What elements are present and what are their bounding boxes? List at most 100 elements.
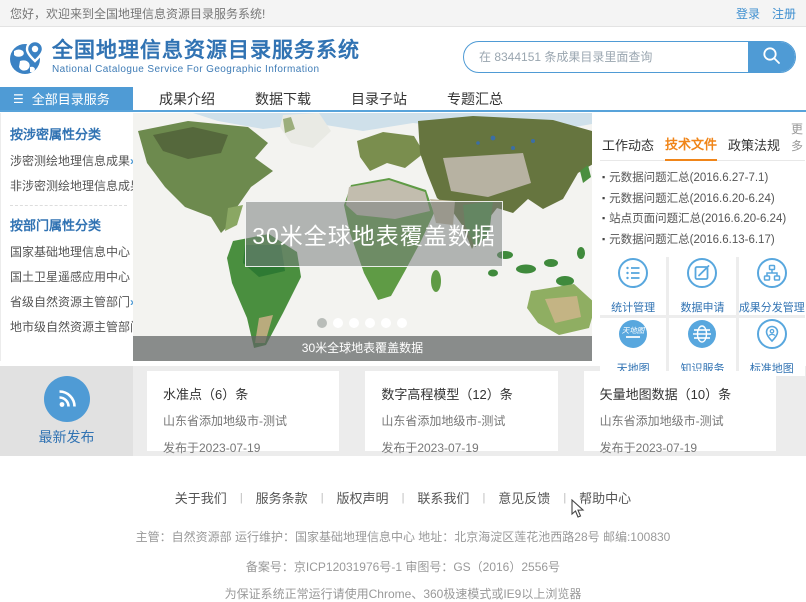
tianditu-logo-icon: 天地图	[617, 318, 649, 355]
separator: |	[563, 491, 567, 504]
page: 您好，欢迎来到全国地理信息资源目录服务系统! 登录 注册 全国地理信息资源目录服…	[0, 0, 806, 602]
latest-card-vector-map[interactable]: 矢量地图数据（10）条 山东省添加地级市-测试 发布于2023-07-19	[583, 371, 776, 455]
bullet-icon: ▪	[601, 233, 606, 244]
search-icon	[762, 46, 781, 68]
footer-link-terms[interactable]: 服务条款	[256, 488, 308, 507]
footer-link-copyright[interactable]: 版权声明	[337, 488, 389, 507]
card-source: 山东省添加地级市-测试	[163, 414, 287, 428]
quick-link-label: 数据申请	[680, 302, 725, 314]
sidebar-item-classified-results[interactable]: 涉密测绘地理信息成果 ›	[10, 148, 134, 173]
sidebar-section-title-secrecy: 按涉密属性分类	[10, 127, 102, 142]
latest-card-leveling-points[interactable]: 水准点（6）条 山东省添加地级市-测试 发布于2023-07-19	[147, 371, 340, 455]
carousel-banner[interactable]: 30米全球地表覆盖数据 30米全球地表覆盖数据	[133, 113, 592, 361]
footer-links: 关于我们 | 服务条款 | 版权声明 | 联系我们 | 意见反馈 | 帮助中心	[0, 488, 806, 507]
latest-releases-header[interactable]: 最新发布	[0, 366, 133, 456]
header: 全国地理信息资源目录服务系统 National Catalogue Servic…	[0, 27, 806, 87]
card-title: 水准点（6）条	[163, 387, 249, 402]
carousel-dot-6[interactable]	[397, 318, 408, 328]
svg-text:天地图: 天地图	[622, 326, 646, 335]
carousel-dot-1[interactable]	[317, 318, 328, 328]
nav-item-sub-sites[interactable]: 目录子站	[351, 87, 407, 110]
separator: |	[239, 491, 243, 504]
news-item[interactable]: ▪ 元数据问题汇总(2016.6.27-7.1)	[602, 168, 805, 189]
quick-link-distribution-management[interactable]: 成果分发管理	[738, 257, 805, 315]
footer-link-contact[interactable]: 联系我们	[417, 488, 469, 507]
quick-link-standard-map[interactable]: 标准地图	[738, 318, 805, 376]
sidebar-item-label: 非涉密测绘地理信息成果	[10, 179, 143, 193]
stats-list-icon	[617, 257, 649, 294]
sidebar-item-label: 国家基础地理信息中心	[10, 245, 131, 259]
separator: |	[401, 491, 405, 504]
quick-link-tianditu[interactable]: 天地图 天地图	[599, 318, 667, 376]
footer-link-feedback[interactable]: 意见反馈	[498, 488, 550, 507]
nav-tab-label: 全部目录服务	[31, 92, 110, 107]
carousel-dot-3[interactable]	[349, 318, 360, 328]
quick-link-statistics[interactable]: 统计管理	[599, 257, 667, 315]
separator: |	[482, 491, 486, 504]
rss-icon	[43, 375, 90, 422]
news-item-text: 元数据问题汇总(2016.6.27-7.1)	[609, 172, 769, 184]
card-title: 数字高程模型（12）条	[381, 387, 513, 402]
standard-map-pin-icon	[756, 318, 788, 355]
bullet-icon: ▪	[601, 213, 606, 223]
sidebar-item-label: 省级自然资源主管部门	[10, 295, 131, 309]
quick-link-knowledge-service[interactable]: 知识服务	[669, 318, 736, 376]
main-nav: ☰ 全部目录服务 成果介绍 数据下载 目录子站 专题汇总	[0, 87, 806, 112]
sidebar-item-unclassified-results[interactable]: 非涉密测绘地理信息成果 ›	[10, 173, 146, 198]
banner-title: 30米全球地表覆盖数据	[252, 223, 496, 249]
sidebar-divider	[10, 205, 127, 206]
carousel-dot-5[interactable]	[381, 318, 392, 328]
search-input[interactable]	[464, 42, 748, 72]
carousel-dots	[133, 318, 592, 328]
bullet-icon: ▪	[601, 172, 606, 182]
news-tab-work-updates[interactable]: 工作动态	[602, 135, 654, 160]
globe-pin-logo-icon	[8, 33, 48, 82]
news-item[interactable]: ▪ 站点页面问题汇总(2016.6.20-6.24)	[602, 209, 805, 230]
topbar: 您好，欢迎来到全国地理信息资源目录服务系统! 登录 注册	[0, 0, 806, 27]
register-link[interactable]: 注册	[772, 5, 796, 22]
sidebar-item-provincial-authorities[interactable]: 省级自然资源主管部门 ›	[10, 289, 134, 314]
news-more-link[interactable]: 更多	[791, 120, 803, 160]
sidebar-item-national-geomatics-center[interactable]: 国家基础地理信息中心	[10, 239, 131, 264]
card-date: 发布于2023-07-19	[599, 441, 698, 455]
news-item-text: 元数据问题汇总(2016.6.20-6.24)	[609, 192, 775, 205]
separator: |	[320, 491, 324, 504]
content-row: 按涉密属性分类 涉密测绘地理信息成果 › 非涉密测绘地理信息成果 › 按部门属性…	[0, 113, 806, 376]
quick-link-data-application[interactable]: 数据申请	[669, 257, 736, 315]
nav-tab-catalogue-services[interactable]: ☰ 全部目录服务	[0, 87, 133, 110]
nav-item-topics[interactable]: 专题汇总	[447, 87, 503, 110]
sidebar-item-municipal-authorities[interactable]: 地市级自然资源主管部门 ›	[10, 314, 146, 339]
nav-item-achievements[interactable]: 成果介绍	[159, 87, 215, 110]
latest-card-dem[interactable]: 数字高程模型（12）条 山东省添加地级市-测试 发布于2023-07-19	[365, 371, 558, 455]
card-date: 发布于2023-07-19	[381, 441, 479, 455]
news-tabs: 工作动态 技术文件 政策法规 更多	[599, 113, 805, 161]
carousel-dot-2[interactable]	[333, 318, 344, 328]
carousel-dot-4[interactable]	[365, 318, 376, 328]
card-source: 山东省添加地级市-测试	[599, 414, 724, 428]
sidebar-section-title-department: 按部门属性分类	[10, 218, 102, 233]
footer-link-about[interactable]: 关于我们	[175, 488, 227, 507]
list-menu-icon: ☰	[13, 91, 24, 106]
news-item[interactable]: ▪ 元数据问题汇总(2016.6.13-6.17)	[602, 230, 805, 251]
card-date: 发布于2023-07-19	[163, 441, 261, 455]
footer-browser-note: 为保证系统正常运行请使用Chrome、360极速模式或IE9以上浏览器	[224, 587, 582, 601]
card-title: 矢量地图数据（10）条	[599, 387, 732, 402]
footer-link-help[interactable]: 帮助中心	[579, 488, 631, 507]
latest-cards: 水准点（6）条 山东省添加地级市-测试 发布于2023-07-19 数字高程模型…	[133, 371, 806, 455]
sidebar-item-label: 地市级自然资源主管部门	[10, 320, 143, 334]
distribution-tree-icon	[756, 257, 788, 294]
latest-releases-label: 最新发布	[38, 428, 95, 445]
news-item[interactable]: ▪ 元数据问题汇总(2016.6.20-6.24)	[602, 189, 805, 210]
nav-item-data-download[interactable]: 数据下载	[255, 87, 311, 110]
search-button[interactable]	[748, 42, 795, 72]
right-panel: 工作动态 技术文件 政策法规 更多 ▪ 元数据问题汇总(2016.6.27-7.1…	[599, 113, 806, 376]
news-item-text: 元数据问题汇总(2016.6.13-6.17)	[609, 233, 775, 246]
sidebar-item-land-satellite-center[interactable]: 国土卫星遥感应用中心	[10, 264, 130, 289]
news-tab-policies[interactable]: 政策法规	[728, 135, 780, 160]
footer-record-line: 备案号：京ICP12031976号-1 审图号：GS（2016）2556号	[245, 560, 561, 574]
footer: 关于我们 | 服务条款 | 版权声明 | 联系我们 | 意见反馈 | 帮助中心 主管：自然…	[0, 456, 806, 602]
news-tab-technical-docs[interactable]: 技术文件	[664, 134, 717, 161]
site-logo[interactable]: 全国地理信息资源目录服务系统 National Catalogue Servic…	[8, 33, 360, 82]
login-link[interactable]: 登录	[736, 5, 760, 22]
banner-title-overlay: 30米全球地表覆盖数据	[245, 201, 503, 267]
